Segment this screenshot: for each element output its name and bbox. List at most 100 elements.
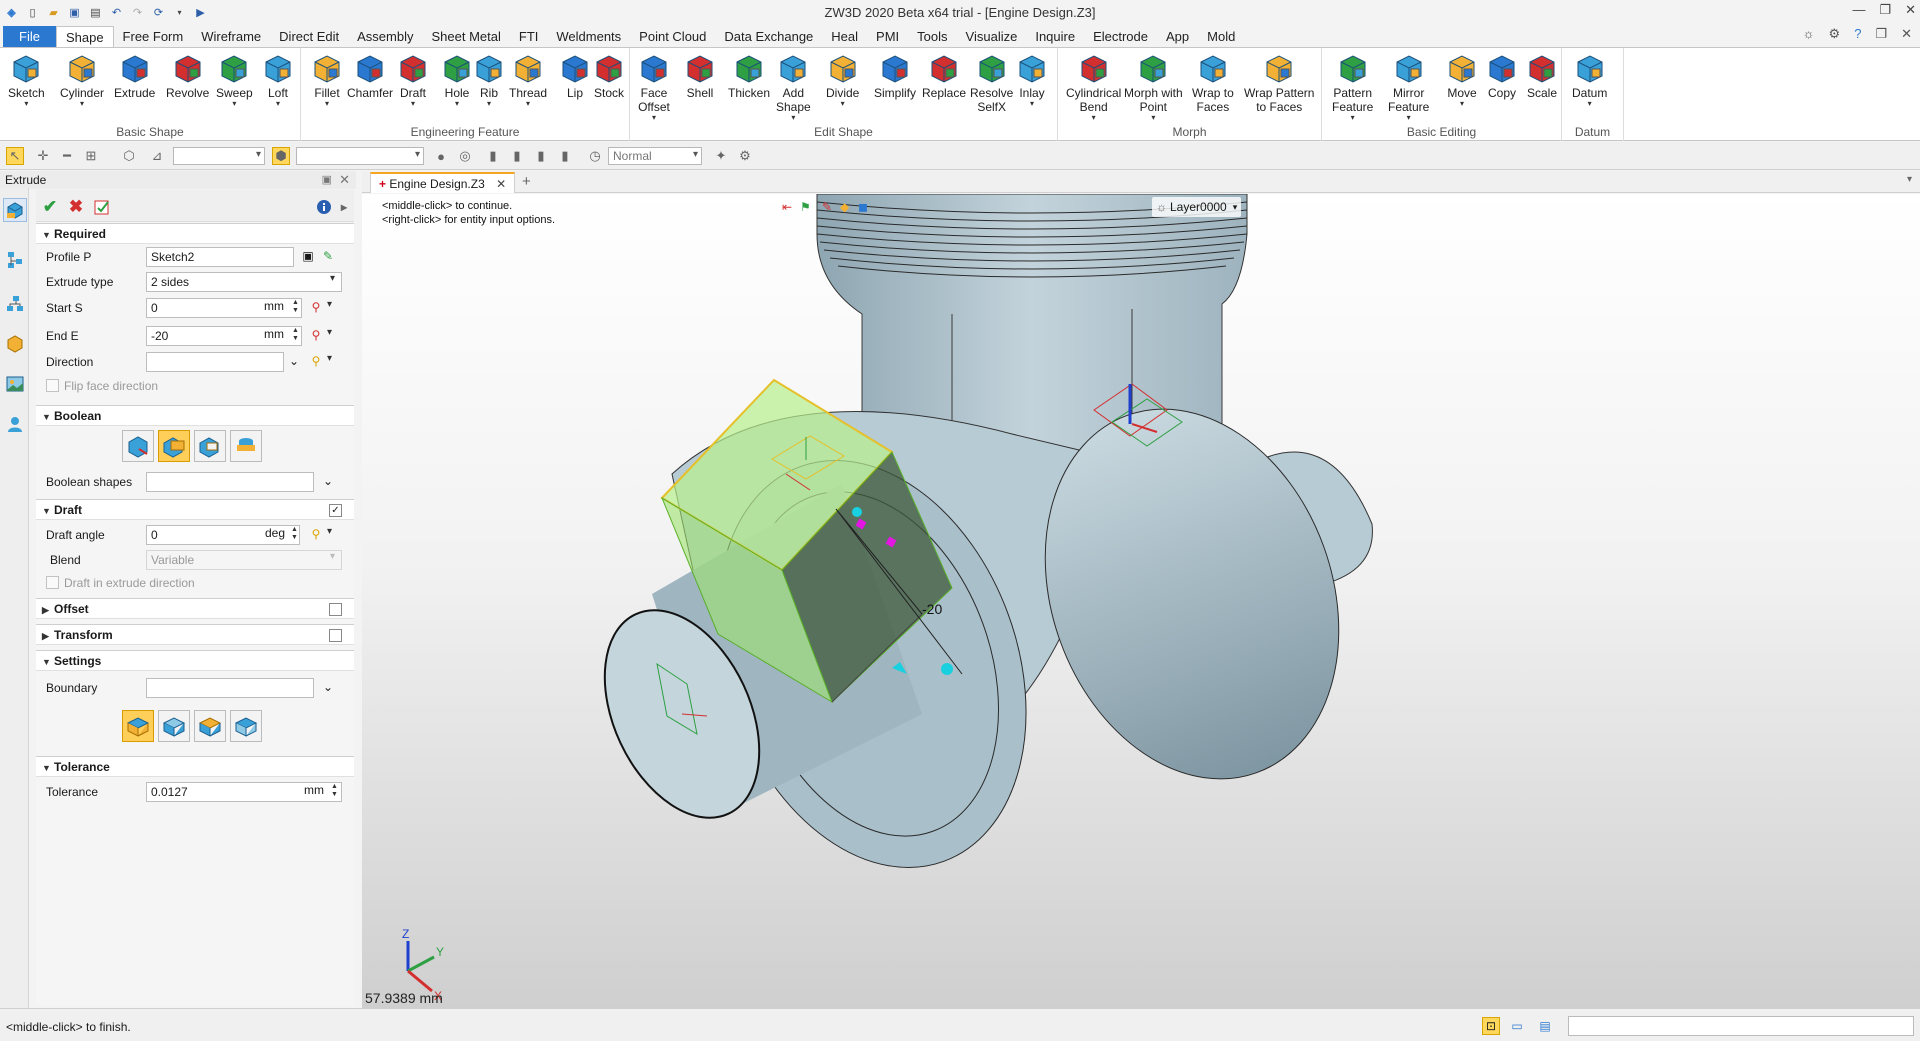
dimension-label[interactable]: -20 bbox=[922, 601, 942, 617]
menu-tab-wireframe[interactable]: Wireframe bbox=[192, 26, 270, 47]
draft-in-direction-checkbox[interactable] bbox=[46, 576, 59, 589]
menu-tab-data-exchange[interactable]: Data Exchange bbox=[715, 26, 822, 47]
datum-button[interactable]: Datum ▾ bbox=[1572, 52, 1607, 108]
settings-section-header[interactable]: ▼ Settings bbox=[36, 650, 354, 671]
angle-tool-icon[interactable]: ⚲ bbox=[308, 526, 324, 542]
fillet-button[interactable]: Fillet ▾ bbox=[311, 52, 343, 108]
move-button[interactable]: Move ▾ bbox=[1446, 52, 1478, 108]
double-chevron-down-icon[interactable]: ⌄ bbox=[286, 353, 302, 369]
extrude-type-select[interactable]: 2 sides bbox=[146, 272, 342, 292]
transform-enable-checkbox[interactable] bbox=[329, 629, 342, 642]
chevron-down-icon[interactable]: ▾ bbox=[526, 100, 530, 108]
user-role-icon[interactable] bbox=[3, 412, 27, 436]
scale-button[interactable]: Scale bbox=[1526, 52, 1558, 100]
draft-section-header[interactable]: ▼ Draft ✓ bbox=[36, 499, 354, 520]
boundary-mode-4-button[interactable] bbox=[230, 710, 262, 742]
chevron-down-icon[interactable]: ▾ bbox=[325, 100, 329, 108]
print-icon[interactable]: ▤ bbox=[88, 5, 103, 20]
chevron-down-icon[interactable]: ▾ bbox=[1588, 100, 1592, 108]
replace-button[interactable]: Replace bbox=[922, 52, 966, 100]
menu-tab-sheet-metal[interactable]: Sheet Metal bbox=[423, 26, 510, 47]
menu-tab-free-form[interactable]: Free Form bbox=[114, 26, 193, 47]
measure-icon[interactable]: ⚲ bbox=[308, 327, 324, 343]
boundary-mode-3-button[interactable] bbox=[194, 710, 226, 742]
tab-list-icon[interactable]: ▾ bbox=[1907, 174, 1912, 185]
wrap-pattern-button[interactable]: Wrap Pattern to Faces bbox=[1244, 52, 1314, 114]
chevron-down-icon[interactable]: ▾ bbox=[487, 100, 491, 108]
chevron-down-icon[interactable]: ▾ bbox=[455, 100, 459, 108]
filter-dropdown[interactable] bbox=[173, 147, 265, 165]
thread-button[interactable]: Thread ▾ bbox=[509, 52, 547, 108]
extrude-button[interactable]: Extrude bbox=[114, 52, 155, 100]
boolean-intersect-button[interactable] bbox=[230, 430, 262, 462]
align-top-icon[interactable]: ▮ bbox=[556, 147, 574, 165]
align-center-icon[interactable]: ▮ bbox=[508, 147, 526, 165]
filter-icon[interactable]: ⚑ bbox=[800, 200, 822, 214]
align-left-icon[interactable]: ▮ bbox=[484, 147, 502, 165]
tool-b-icon[interactable]: ⚙ bbox=[736, 147, 754, 165]
end-spinner[interactable]: ▲ ▼ bbox=[292, 327, 299, 343]
chevron-down-icon[interactable]: ▾ bbox=[411, 100, 415, 108]
model-canvas[interactable]: -20 Z Y X bbox=[362, 194, 1920, 1008]
timer-icon[interactable]: ◷ bbox=[586, 147, 604, 165]
panel-close-icon[interactable]: ✕ bbox=[339, 172, 350, 188]
app-logo-icon[interactable]: ◈ bbox=[4, 5, 19, 20]
boolean-remove-button[interactable] bbox=[194, 430, 226, 462]
lip-button[interactable]: Lip bbox=[559, 52, 591, 100]
boolean-base-button[interactable] bbox=[122, 430, 154, 462]
start-spinner[interactable]: ▲ ▼ bbox=[292, 299, 299, 315]
thicken-button[interactable]: Thicken bbox=[728, 52, 770, 100]
menu-tab-inquire[interactable]: Inquire bbox=[1026, 26, 1084, 47]
info-icon[interactable] bbox=[314, 197, 334, 217]
cylindrical-bend-button[interactable]: Cylindrical Bend ▾ bbox=[1066, 52, 1121, 122]
apply-icon[interactable] bbox=[92, 197, 112, 217]
cancel-x-icon[interactable]: ✖ bbox=[66, 197, 86, 217]
settings-gear-icon[interactable]: ⚙ bbox=[1829, 26, 1841, 42]
regen-icon[interactable]: ⟳ bbox=[151, 5, 166, 20]
shade-icon[interactable]: ◆ bbox=[840, 200, 858, 214]
run-icon[interactable]: ▶ bbox=[193, 5, 208, 20]
cylinder-button[interactable]: Cylinder ▾ bbox=[60, 52, 104, 108]
history-tree-icon[interactable] bbox=[3, 248, 27, 272]
menu-tab-heal[interactable]: Heal bbox=[822, 26, 867, 47]
transform-section-header[interactable]: ▶ Transform bbox=[36, 624, 354, 645]
start-options-icon[interactable]: ▾ bbox=[327, 299, 332, 310]
menu-tab-assembly[interactable]: Assembly bbox=[348, 26, 422, 47]
snap-point-icon[interactable]: ✛ bbox=[34, 147, 52, 165]
pattern-feature-button[interactable]: Pattern Feature ▾ bbox=[1332, 52, 1373, 122]
pencil-icon[interactable]: ✎ bbox=[822, 200, 840, 214]
draft-angle-spinner[interactable]: ▲ ▼ bbox=[291, 526, 298, 542]
double-chevron-down-icon[interactable]: ⌄ bbox=[320, 679, 336, 695]
end-options-icon[interactable]: ▾ bbox=[327, 327, 332, 338]
chevron-down-icon[interactable]: ▾ bbox=[1407, 114, 1411, 122]
boundary-mode-2-button[interactable] bbox=[158, 710, 190, 742]
panel-options-icon[interactable]: ▸ bbox=[334, 197, 354, 217]
chevron-down-icon[interactable]: ▾ bbox=[841, 100, 845, 108]
view-cube-icon[interactable]: ◼ bbox=[858, 200, 876, 214]
layer-selector[interactable]: ☼ Layer0000 ▾ bbox=[1152, 197, 1242, 217]
offset-section-header[interactable]: ▶ Offset bbox=[36, 598, 354, 619]
feature-manager-icon[interactable] bbox=[3, 198, 27, 222]
pin-icon[interactable]: ▣ bbox=[322, 173, 332, 186]
assembly-tree-icon[interactable] bbox=[3, 292, 27, 316]
save-icon[interactable]: ▣ bbox=[67, 5, 82, 20]
new-file-icon[interactable]: ▯ bbox=[25, 5, 40, 20]
undo-icon[interactable]: ↶ bbox=[109, 5, 124, 20]
redo-icon[interactable]: ↷ bbox=[130, 5, 145, 20]
menu-tab-weldments[interactable]: Weldments bbox=[547, 26, 630, 47]
close-tab-icon[interactable]: ✕ bbox=[496, 177, 506, 191]
direction-field[interactable] bbox=[146, 352, 284, 372]
boolean-add-button[interactable] bbox=[158, 430, 190, 462]
chevron-down-icon[interactable]: ▾ bbox=[1351, 114, 1355, 122]
morph-point-button[interactable]: Morph with Point ▾ bbox=[1124, 52, 1183, 122]
wrap-faces-button[interactable]: Wrap to Faces bbox=[1192, 52, 1234, 114]
shell-button[interactable]: Shell bbox=[684, 52, 716, 100]
visual-manager-icon[interactable] bbox=[3, 372, 27, 396]
draft-enable-checkbox[interactable]: ✓ bbox=[329, 504, 342, 517]
boolean-shapes-field[interactable] bbox=[146, 472, 314, 492]
dot-icon[interactable]: ● bbox=[432, 147, 450, 165]
chevron-down-icon[interactable]: ▾ bbox=[1151, 114, 1155, 122]
double-chevron-down-icon[interactable]: ⌄ bbox=[320, 473, 336, 489]
tab-engine-design[interactable]: + Engine Design.Z3 ✕ bbox=[370, 172, 516, 193]
vector-tool-icon[interactable]: ⚲ bbox=[308, 353, 324, 369]
